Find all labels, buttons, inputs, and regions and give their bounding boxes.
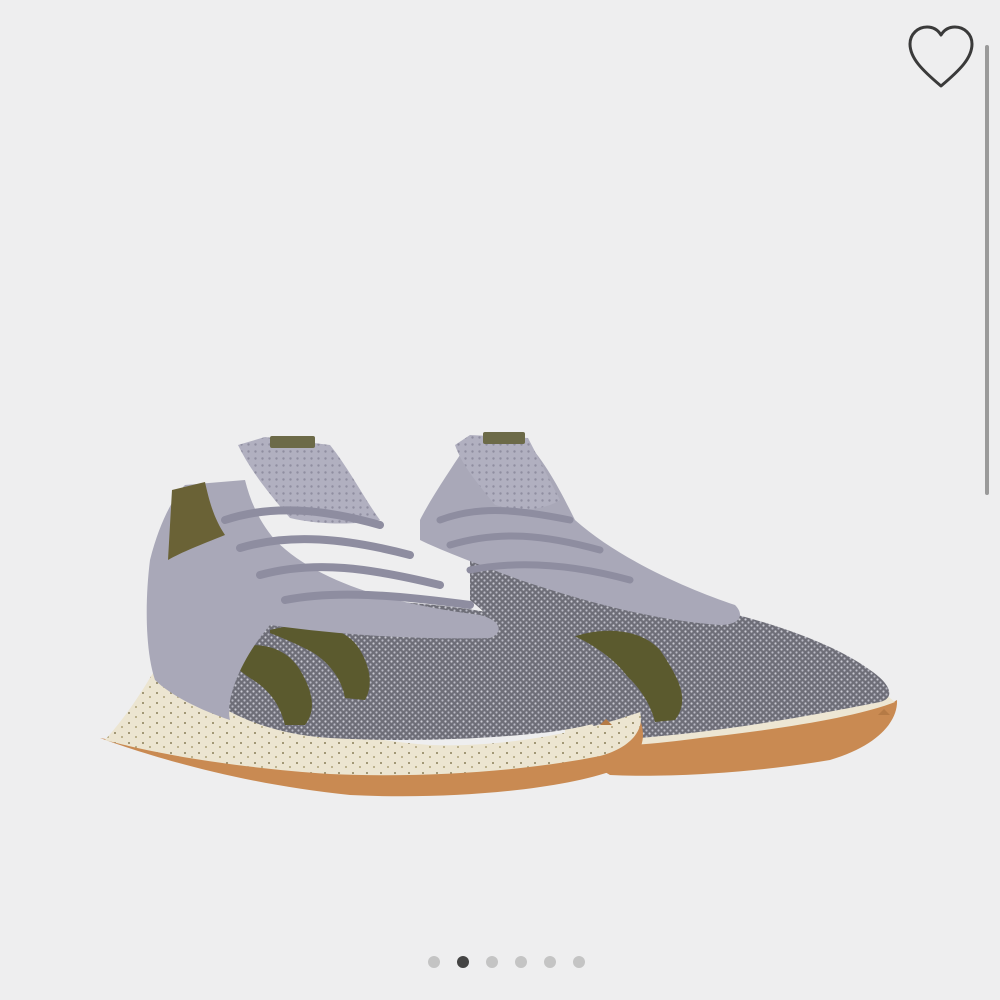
left-shoe-tongue-label xyxy=(270,436,315,448)
favorite-button[interactable] xyxy=(902,20,980,92)
scrollbar-thumb[interactable] xyxy=(985,45,989,495)
pager-dot-4[interactable] xyxy=(515,956,527,968)
product-gallery xyxy=(0,0,1000,1000)
pager-dot-5[interactable] xyxy=(544,956,556,968)
pager-dot-6[interactable] xyxy=(573,956,585,968)
pager-dot-3[interactable] xyxy=(486,956,498,968)
carousel-pager xyxy=(428,955,585,969)
pager-dot-2[interactable] xyxy=(457,956,469,968)
right-shoe-tongue-label xyxy=(483,432,525,444)
product-image xyxy=(100,432,898,797)
heart-outline-icon xyxy=(908,25,974,88)
pager-dot-1[interactable] xyxy=(428,956,440,968)
